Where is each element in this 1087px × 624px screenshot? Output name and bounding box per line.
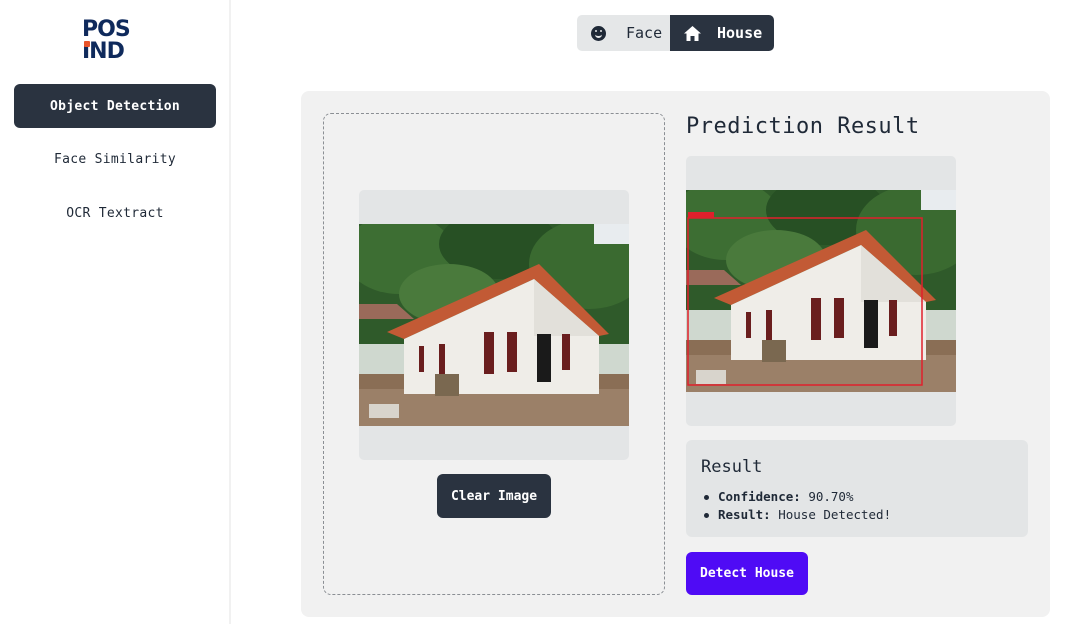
confidence-value: 90.70% — [808, 489, 854, 504]
toggle-house[interactable]: House — [670, 15, 774, 51]
clear-image-button[interactable]: Clear Image — [437, 474, 551, 518]
sidebar-item-label: OCR Textract — [66, 205, 164, 221]
sidebar-item-object-detection[interactable]: Object Detection — [14, 84, 216, 128]
result-confidence: Confidence: 90.70% — [703, 488, 891, 506]
result-key: Result: — [718, 507, 771, 522]
prediction-image-frame — [686, 156, 956, 426]
sidebar-item-ocr-textract[interactable]: OCR Textract — [14, 191, 216, 235]
result-value: House Detected! — [778, 507, 892, 522]
clear-image-label: Clear Image — [450, 488, 538, 504]
toggle-face-label: Face — [626, 24, 663, 42]
logo-line-1: POS — [82, 17, 131, 42]
smiley-icon — [591, 25, 606, 41]
toggle-face[interactable]: Face — [577, 15, 670, 51]
detect-house-button[interactable]: Detect House — [686, 552, 808, 595]
result-title: Result — [701, 457, 763, 477]
detection-box-label — [688, 212, 714, 218]
result-outcome: Result: House Detected! — [703, 506, 891, 524]
sidebar-item-label: Face Similarity — [54, 151, 176, 167]
result-card: Result Confidence: 90.70% Result: House … — [686, 440, 1028, 537]
prediction-title: Prediction Result — [686, 114, 920, 139]
uploaded-house-image — [359, 224, 629, 426]
mode-toggle: Face House — [577, 15, 774, 51]
uploaded-image-frame — [359, 190, 629, 460]
predicted-house-image — [686, 190, 956, 392]
posind-logo[interactable]: POS IND — [82, 19, 148, 65]
sidebar-item-label: Object Detection — [49, 98, 181, 114]
sidebar: POS IND Object Detection Face Similarity… — [0, 0, 231, 624]
sidebar-item-face-similarity[interactable]: Face Similarity — [14, 137, 216, 181]
detect-house-label: Detect House — [700, 566, 794, 581]
logo-dot — [84, 41, 90, 47]
toggle-house-label: House — [717, 24, 763, 42]
confidence-key: Confidence: — [718, 489, 801, 504]
home-icon — [684, 25, 701, 41]
result-list: Confidence: 90.70% Result: House Detecte… — [703, 488, 891, 524]
